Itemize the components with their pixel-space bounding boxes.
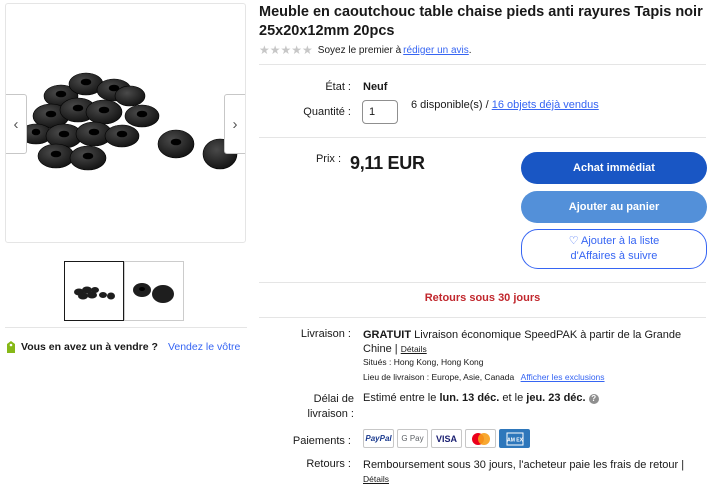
sell-yours-link[interactable]: Vendez le vôtre: [168, 341, 240, 353]
shipping-desc-line1: Livraison économique SpeedPAK à partir d…: [414, 329, 682, 341]
divider: [259, 64, 706, 65]
ship-to-info: Lieu de livraison : Europe, Asie, Canada…: [363, 372, 605, 382]
watchlist-label-line2: d'Affaires à suivre: [570, 250, 658, 262]
available-count: 6 disponible(s) /: [411, 99, 489, 111]
google-pay-icon: G Pay: [397, 429, 428, 448]
mastercard-icon: [465, 429, 496, 448]
returns-text: Remboursement sous 30 jours, l'acheteur …: [363, 459, 685, 471]
product-image: [19, 72, 238, 171]
shipping-label: Livraison :: [300, 328, 351, 340]
product-image-gallery[interactable]: ‹ ›: [5, 3, 246, 243]
thumbnail-1[interactable]: [64, 261, 124, 321]
divider: [259, 137, 706, 138]
svg-text:AM EX: AM EX: [507, 437, 524, 443]
delivery-label: Délai de livraison :: [308, 392, 354, 422]
payments-label: Paiements :: [292, 435, 351, 447]
returns-banner: Retours sous 30 jours: [424, 292, 541, 304]
thumbnail-strip: [64, 261, 184, 321]
returns-info: Remboursement sous 30 jours, l'acheteur …: [363, 458, 684, 486]
price-label: Prix :: [315, 153, 341, 165]
delivery-estimate: Estimé entre le lun. 13 déc. et le jeu. …: [363, 392, 599, 404]
rating-suffix: .: [468, 44, 472, 56]
price-tag-icon: [7, 341, 15, 353]
delivery-prefix: Estimé entre le: [363, 392, 437, 404]
shipping-details-link[interactable]: Détails: [401, 344, 427, 354]
delivery-label-line1: Délai de: [313, 393, 354, 405]
ship-to-text: Lieu de livraison : Europe, Asie, Canada: [363, 372, 515, 382]
condition-value: Neuf: [363, 81, 388, 93]
sold-count-link[interactable]: 16 objets déjà vendus: [492, 99, 599, 111]
info-icon[interactable]: ?: [588, 394, 599, 404]
amex-icon: AM EX: [499, 429, 530, 448]
quantity-input[interactable]: 1: [362, 100, 398, 124]
shipping-desc-line2: Chine |: [363, 343, 398, 355]
delivery-middle: et le: [502, 392, 524, 404]
chevron-left-icon: ‹: [13, 115, 19, 133]
add-to-cart-button[interactable]: Ajouter au panier: [521, 191, 707, 223]
delivery-date-to: jeu. 23 déc.: [526, 392, 586, 404]
product-title: Meuble en caoutchouc table chaise pieds …: [259, 4, 703, 39]
sell-prompt: Vous en avez un à vendre ? Vendez le vôt…: [5, 340, 247, 354]
gallery-next-button[interactable]: ›: [224, 94, 245, 154]
thumbnail-2[interactable]: [124, 261, 184, 321]
availability: 6 disponible(s) / 16 objets déjà vendus: [411, 99, 599, 111]
rating-row: ★★★★★ Soyez le premier à rédiger un avis…: [259, 43, 472, 57]
buy-now-button[interactable]: Achat immédiat: [521, 152, 707, 184]
amex-logo: AM EX: [506, 432, 524, 445]
condition-label: État :: [325, 81, 351, 93]
write-review-link[interactable]: rédiger un avis: [403, 45, 469, 56]
sell-question: Vous en avez un à vendre ?: [21, 341, 158, 353]
divider: [259, 282, 706, 283]
rating-stars-icon: ★★★★★: [259, 43, 313, 57]
quantity-label: Quantité :: [303, 106, 351, 118]
returns-label: Retours :: [306, 458, 351, 470]
divider: [5, 327, 247, 328]
paypal-icon: PayPal: [363, 429, 394, 448]
payment-methods: PayPal G Pay VISA AM EX: [363, 429, 530, 448]
delivery-label-line2: livraison :: [307, 408, 354, 420]
returns-details-link[interactable]: Détails: [363, 474, 389, 484]
visa-icon: VISA: [431, 429, 462, 448]
gallery-prev-button[interactable]: ‹: [6, 94, 27, 154]
thumbnail-image: [133, 283, 174, 303]
mastercard-logo: [471, 432, 490, 445]
item-location: Situés : Hong Kong, Hong Kong: [363, 357, 484, 367]
shipping-free: GRATUIT: [363, 329, 412, 341]
rating-text: Soyez le premier à: [317, 44, 402, 56]
watchlist-label-line1: ♡ Ajouter à la liste: [568, 235, 660, 247]
divider: [259, 317, 706, 318]
delivery-date-from: lun. 13 déc.: [439, 392, 500, 404]
shipping-info: GRATUIT Livraison économique SpeedPAK à …: [363, 328, 713, 356]
thumbnail-image: [74, 286, 115, 300]
chevron-right-icon: ›: [232, 115, 238, 133]
price-value: 9,11 EUR: [350, 153, 425, 173]
add-to-watchlist-button[interactable]: ♡ Ajouter à la liste d'Affaires à suivre: [521, 229, 707, 269]
exclusions-link[interactable]: Afficher les exclusions: [521, 372, 605, 382]
